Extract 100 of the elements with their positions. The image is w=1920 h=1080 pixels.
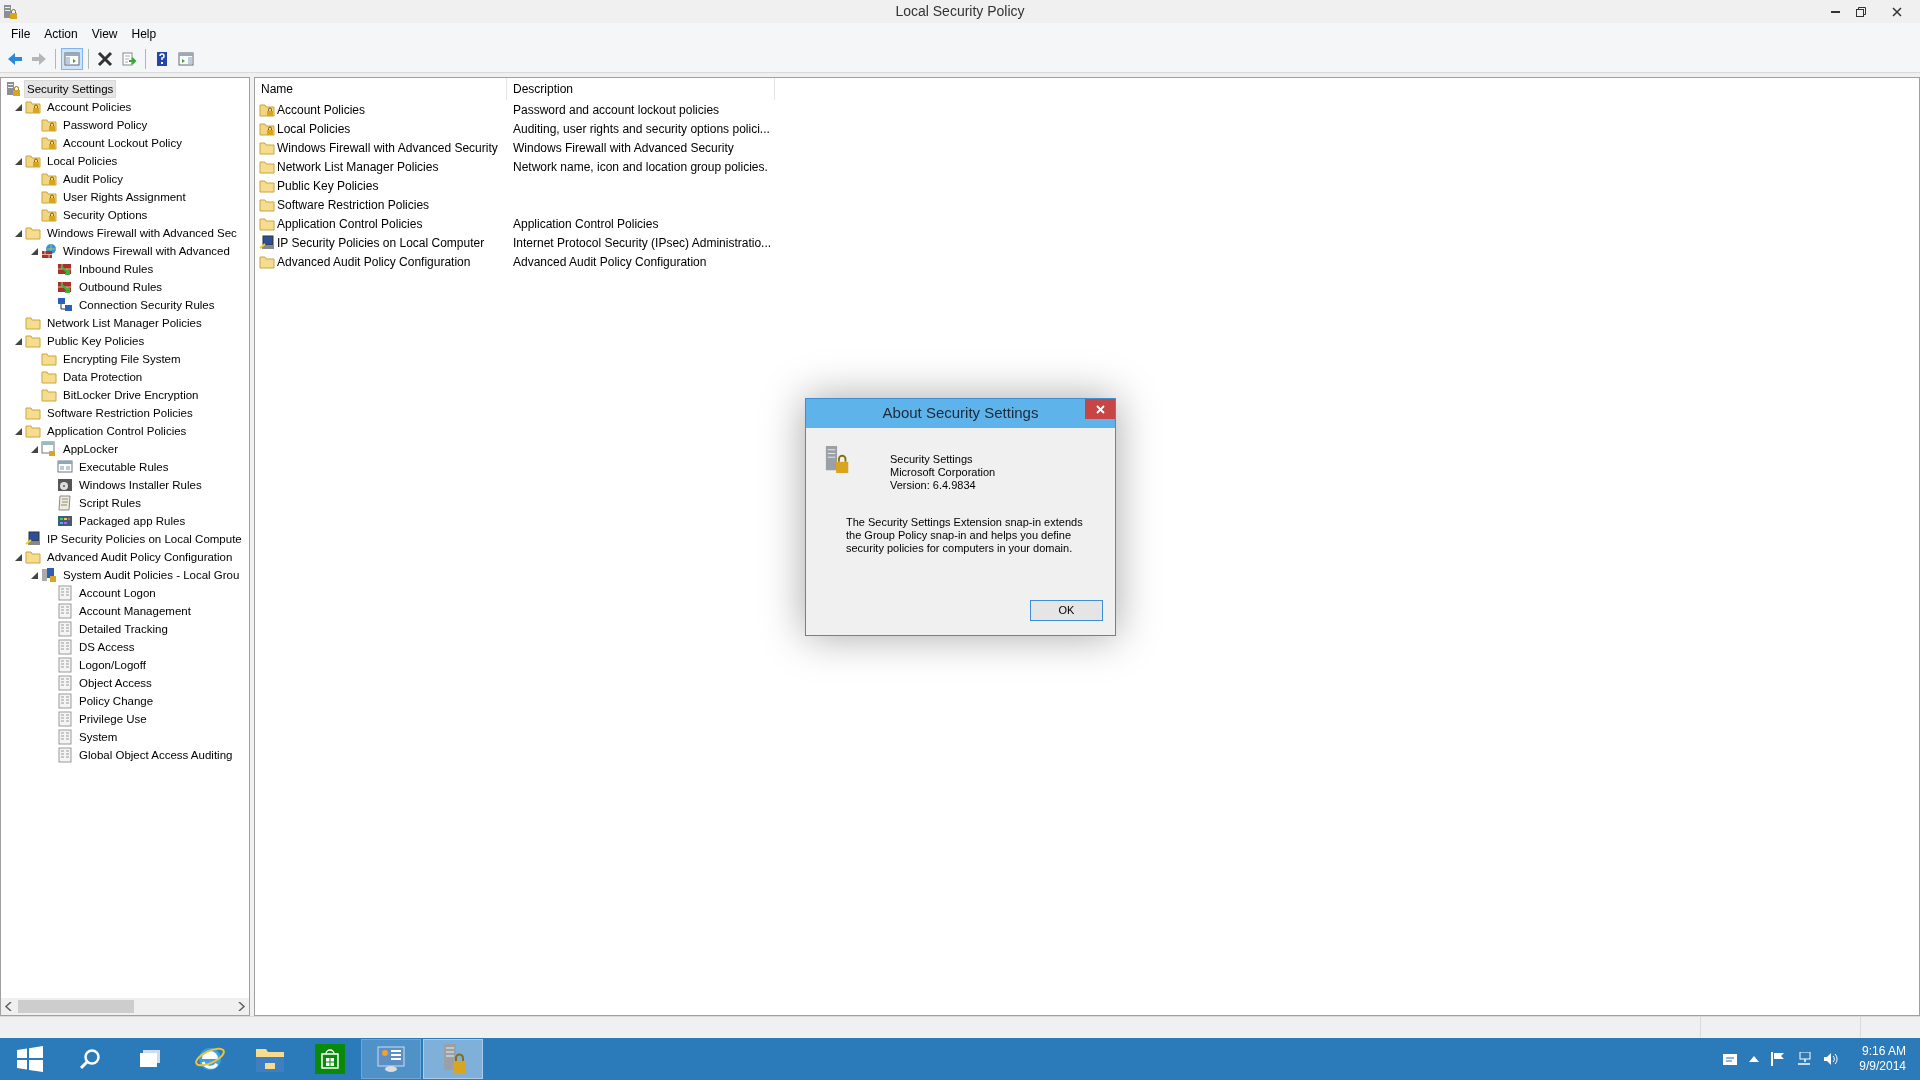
tree-item[interactable]: Detailed Tracking <box>76 620 171 638</box>
expanded-arrow-icon[interactable] <box>30 445 38 453</box>
column-header[interactable]: Name <box>255 78 507 100</box>
tree-item[interactable]: Public Key Policies <box>44 332 148 350</box>
server-icon <box>41 567 57 583</box>
network-computer-icon[interactable] <box>1797 1052 1812 1066</box>
list-item[interactable]: Software Restriction Policies <box>277 195 430 214</box>
tree-item[interactable]: DS Access <box>76 638 138 656</box>
folder-icon <box>25 333 41 349</box>
expanded-arrow-icon[interactable] <box>14 337 22 345</box>
tree-item[interactable]: IP Security Policies on Local Compute <box>44 530 245 548</box>
tree-item[interactable]: Executable Rules <box>76 458 172 476</box>
export-list-icon <box>121 50 137 67</box>
script-page-icon <box>57 495 73 511</box>
search-icon <box>79 1048 101 1070</box>
tree-item[interactable]: BitLocker Drive Encryption <box>60 386 202 404</box>
firewall-globe-icon <box>41 243 57 259</box>
expanded-arrow-icon[interactable] <box>30 247 38 255</box>
column-header[interactable]: Description <box>507 78 775 100</box>
tree-item[interactable]: Audit Policy <box>60 170 127 188</box>
table-cell-text: Application Control Policies <box>512 215 660 233</box>
folder-icon <box>259 177 275 194</box>
tree-item[interactable]: Network List Manager Policies <box>44 314 205 332</box>
list-item[interactable]: Account Policies <box>277 100 366 119</box>
scroll-thumb[interactable] <box>18 1000 134 1013</box>
taskbar-button[interactable] <box>361 1039 421 1079</box>
restore-icon <box>1856 6 1866 17</box>
tree-item[interactable]: Policy Change <box>76 692 157 710</box>
tree-item[interactable]: Windows Installer Rules <box>76 476 205 494</box>
folder-icon <box>25 549 41 565</box>
expanded-arrow-icon[interactable] <box>14 229 22 237</box>
expanded-arrow-icon[interactable] <box>30 571 38 579</box>
tree-item[interactable]: Account Lockout Policy <box>60 134 185 152</box>
lock-folder-icon <box>259 101 275 118</box>
expanded-arrow-icon[interactable] <box>14 427 22 435</box>
list-item[interactable]: Local Policies <box>277 119 351 138</box>
dialog-close-button[interactable] <box>1085 399 1115 419</box>
list-item[interactable]: IP Security Policies on Local Computer <box>277 233 485 252</box>
tree-item[interactable]: Windows Firewall with Advanced Sec <box>44 224 240 242</box>
message-icon[interactable] <box>1723 1053 1738 1065</box>
table-cell-text: Password and account lockout policies <box>512 101 721 119</box>
tree-item[interactable]: Packaged app Rules <box>76 512 189 530</box>
document-list-icon <box>57 603 73 619</box>
expanded-arrow-icon[interactable] <box>14 103 22 111</box>
tree-item[interactable]: System <box>76 728 121 746</box>
window-icon <box>57 459 73 475</box>
tree-item[interactable]: Privilege Use <box>76 710 150 728</box>
tree-item[interactable]: Security Settings <box>24 80 117 98</box>
tree-item[interactable]: Software Restriction Policies <box>44 404 196 422</box>
tree-item[interactable]: Logon/Logoff <box>76 656 149 674</box>
folder-icon <box>259 139 275 156</box>
tree-item[interactable]: Account Policies <box>44 98 135 116</box>
tree-item[interactable]: User Rights Assignment <box>60 188 189 206</box>
tree-item[interactable]: Script Rules <box>76 494 144 512</box>
menu-item[interactable]: Action <box>37 25 85 43</box>
flag-icon[interactable] <box>1771 1052 1786 1066</box>
tree-item[interactable]: Outbound Rules <box>76 278 166 296</box>
list-item[interactable]: Public Key Policies <box>277 176 379 195</box>
clock-date[interactable]: 9/9/2014 <box>1859 1059 1906 1074</box>
tree-item[interactable]: Data Protection <box>60 368 146 386</box>
folder-icon <box>25 315 41 331</box>
menu-item[interactable]: View <box>84 25 125 43</box>
table-cell-text: Advanced Audit Policy Configuration <box>512 253 708 271</box>
document-list-icon <box>57 585 73 601</box>
tree-item[interactable]: Security Options <box>60 206 151 224</box>
tree-item[interactable]: Connection Security Rules <box>76 296 218 314</box>
tree-item[interactable]: Application Control Policies <box>44 422 190 440</box>
server-lock-icon <box>5 81 21 97</box>
tree-item[interactable]: Windows Firewall with Advanced <box>60 242 233 260</box>
list-item[interactable]: Advanced Audit Policy Configuration <box>277 252 471 271</box>
tree-item[interactable]: Advanced Audit Policy Configuration <box>44 548 236 566</box>
close-icon <box>1892 6 1902 17</box>
tree-item[interactable]: Local Policies <box>44 152 121 170</box>
tree-item[interactable]: Account Management <box>76 602 194 620</box>
list-item[interactable]: Network List Manager Policies <box>277 157 439 176</box>
clock-time[interactable]: 9:16 AM <box>1861 1044 1906 1059</box>
tree-item[interactable]: Account Logon <box>76 584 159 602</box>
menu-item[interactable]: Help <box>124 25 164 43</box>
tree-item[interactable]: AppLocker <box>60 440 121 458</box>
expanded-arrow-icon[interactable] <box>14 553 22 561</box>
firewall-arrow-icon <box>57 279 73 295</box>
tree-item[interactable]: Object Access <box>76 674 155 692</box>
dialog-title: About Security Settings <box>881 403 1040 424</box>
document-list-icon <box>57 711 73 727</box>
tree-item[interactable]: Inbound Rules <box>76 260 157 278</box>
list-item[interactable]: Windows Firewall with Advanced Security <box>277 138 498 157</box>
speaker-icon[interactable] <box>1823 1052 1840 1066</box>
list-item[interactable]: Application Control Policies <box>277 214 423 233</box>
horizontal-scrollbar[interactable] <box>1 998 249 1015</box>
ok-button[interactable]: OK <box>1030 600 1103 621</box>
menu-item[interactable]: File <box>4 25 38 43</box>
document-list-icon <box>57 639 73 655</box>
tree-item[interactable]: Encrypting File System <box>60 350 184 368</box>
tree-item[interactable]: Global Object Access Auditing <box>76 746 236 764</box>
caret-up-icon[interactable] <box>1749 1056 1760 1062</box>
tree-item[interactable]: Password Policy <box>60 116 151 134</box>
tree-item[interactable]: System Audit Policies - Local Grou <box>60 566 243 584</box>
expanded-arrow-icon[interactable] <box>14 157 22 165</box>
forward-arrow-icon <box>31 50 47 67</box>
computers-icon <box>57 297 73 313</box>
